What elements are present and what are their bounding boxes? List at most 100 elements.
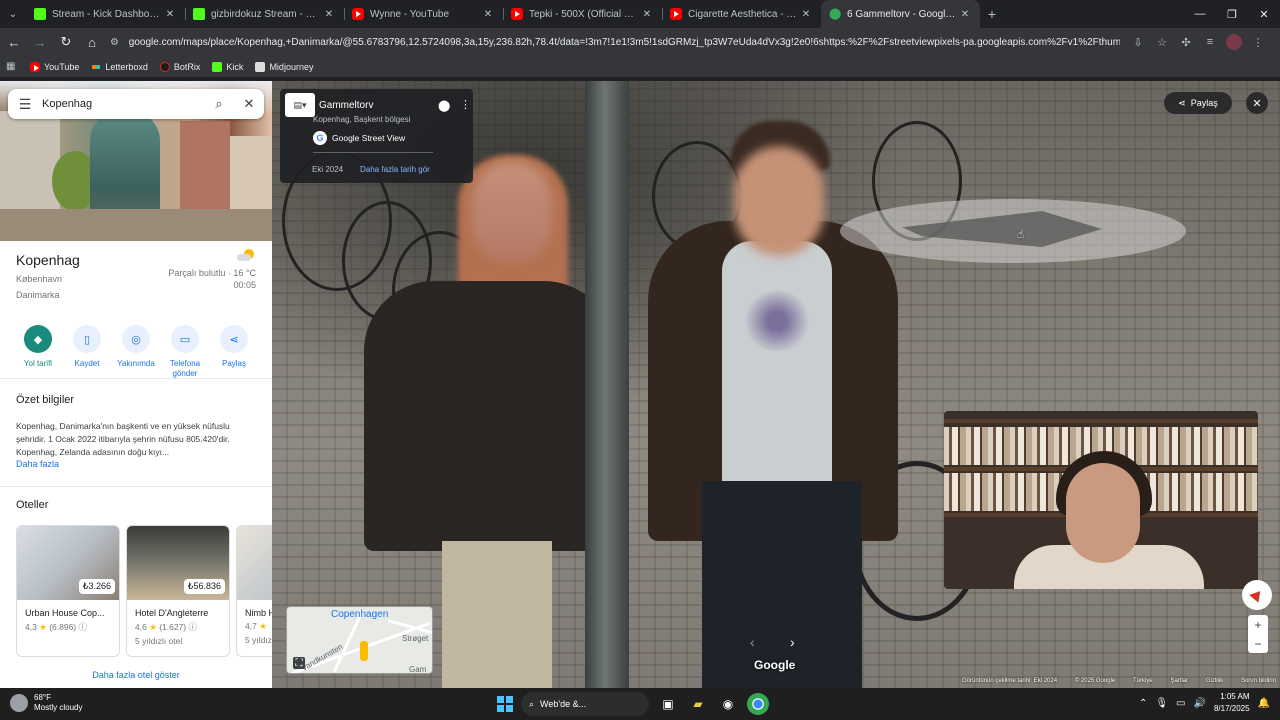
task-view-icon[interactable]: ▣ <box>657 693 679 715</box>
youtube-icon <box>30 61 40 72</box>
tab-search-icon[interactable]: ⌄ <box>0 0 26 28</box>
show-more-hotels-link[interactable]: Daha fazla otel göster <box>0 670 272 680</box>
bookmark-kick[interactable]: Kick <box>212 61 243 72</box>
search-icon[interactable]: ⌕ <box>204 96 234 112</box>
street-view-thumbnail-toggle[interactable]: ▤▾ <box>285 93 315 117</box>
tab-google-maps[interactable]: ⬤ 6 Gammeltorv - Google Haritalar ✕ <box>821 0 980 28</box>
chrome-menu-icon[interactable]: ⋮ <box>1246 30 1270 54</box>
bookmark-botrix[interactable]: BotRix <box>159 61 200 72</box>
previous-photo-icon[interactable]: ‹ <box>750 634 755 650</box>
hotel-name: Hotel D'Angleterre <box>135 608 209 618</box>
minimize-icon[interactable]: — <box>1184 0 1216 28</box>
close-tab-icon[interactable]: ✕ <box>640 9 654 20</box>
directions-button[interactable]: ◆ Yol tarifi <box>14 325 62 379</box>
summary-more-link[interactable]: Daha fazla <box>16 459 59 469</box>
pegman-icon[interactable] <box>360 641 368 661</box>
hotel-class: 5 yıldız <box>245 635 272 645</box>
home-icon[interactable]: ⌂ <box>80 30 104 54</box>
shirt-print <box>742 291 812 351</box>
tab-youtube-cigarette[interactable]: Cigarette Aesthetica - YouTube ✕ <box>662 0 821 28</box>
address-bar[interactable]: ⚙ google.com/maps/place/Kopenhag,+Danima… <box>110 31 1120 53</box>
hero-ground <box>0 209 272 241</box>
person-legs <box>442 541 552 688</box>
send-to-phone-button[interactable]: ▭ Telefona gönder <box>161 325 209 379</box>
close-tab-icon[interactable]: ✕ <box>481 9 495 20</box>
back-icon[interactable]: ← <box>2 30 26 54</box>
more-options-icon[interactable]: ⋮ <box>460 98 471 111</box>
info-icon[interactable]: ⓘ <box>79 622 88 632</box>
taskbar-weather-widget[interactable]: 68°F Mostly cloudy <box>10 693 82 713</box>
apps-grid-icon[interactable]: ▦ <box>6 61 18 72</box>
share-icon: ⋖ <box>220 325 248 353</box>
tab-youtube-tepki[interactable]: Tepki - 500X (Official Music Video) ✕ <box>503 0 662 28</box>
network-icon[interactable]: ▭ <box>1176 698 1185 709</box>
kick-icon <box>212 61 223 72</box>
streamer-face <box>1066 463 1140 563</box>
zoom-in-icon[interactable]: + <box>1254 618 1261 632</box>
privacy-link[interactable]: Gizlilik <box>1206 678 1223 688</box>
bookmark-midjourney[interactable]: Midjourney <box>255 61 313 72</box>
notifications-icon[interactable]: 🔔 <box>1258 698 1270 709</box>
report-problem-link[interactable]: Sorun bildirin <box>1241 678 1276 688</box>
microphone-icon[interactable]: 🎙 <box>1155 698 1168 709</box>
new-tab-button[interactable]: + <box>980 6 1004 22</box>
street-view-minimap[interactable]: Copenhagen Strøget Vandkunsten Gam ⛶ <box>286 606 433 674</box>
taskbar-search[interactable]: ⌕ Web'de &... <box>521 692 649 716</box>
blurred-face <box>734 146 824 256</box>
file-explorer-icon[interactable]: ▰ <box>687 693 709 715</box>
tab-kick-stream[interactable]: gizbirdokuz Stream - Watch Live ✕ <box>185 0 344 28</box>
save-button[interactable]: ▯ Kaydet <box>63 325 111 379</box>
chrome-icon[interactable] <box>747 693 769 715</box>
start-button[interactable] <box>497 696 513 712</box>
hamburger-menu-icon[interactable]: ☰ <box>8 96 42 113</box>
bookmark-youtube[interactable]: YouTube <box>30 61 79 72</box>
hotel-card[interactable]: ₺56.836 Hotel D'Angleterre 4,6 ★ (1.627)… <box>126 525 230 657</box>
nearby-button[interactable]: ◎ Yakınımda <box>112 325 160 379</box>
close-tab-icon[interactable]: ✕ <box>958 9 972 20</box>
volume-icon[interactable]: 🔊 <box>1194 698 1206 709</box>
install-app-icon[interactable]: ⇩ <box>1126 30 1150 54</box>
location-pin-icon[interactable]: ⬤ <box>438 99 450 112</box>
youtube-icon <box>511 8 523 20</box>
profile-avatar[interactable] <box>1226 34 1242 50</box>
reload-icon[interactable]: ↻ <box>54 30 78 54</box>
taskbar-clock[interactable]: 1:05 AM 8/17/2025 <box>1214 691 1250 715</box>
bookmark-letterboxd[interactable]: Letterboxd <box>91 61 148 72</box>
bookmark-star-icon[interactable]: ☆ <box>1150 30 1174 54</box>
share-button[interactable]: ⋖ Paylaş <box>210 325 258 379</box>
info-icon[interactable]: ⓘ <box>189 622 198 632</box>
expand-map-icon[interactable]: ⛶ <box>293 657 305 669</box>
hotel-card[interactable]: Nimb H... 4,7 ★ 5 yıldız <box>236 525 272 657</box>
next-photo-icon[interactable]: › <box>790 634 795 650</box>
compass-icon[interactable] <box>1242 580 1272 610</box>
street-view[interactable]: ☝ ▤▾ Gammeltorv Kopenhag, Başkent bölges… <box>272 81 1280 688</box>
extensions-icon[interactable]: ✣ <box>1174 30 1198 54</box>
close-tab-icon[interactable]: ✕ <box>163 9 177 20</box>
see-more-dates-link[interactable]: Daha fazla tarih gör <box>360 165 430 174</box>
terms-link[interactable]: Şartlar <box>1170 678 1188 688</box>
zoom-out-icon[interactable]: − <box>1254 637 1261 651</box>
close-tab-icon[interactable]: ✕ <box>799 9 813 20</box>
close-window-icon[interactable]: ✕ <box>1248 0 1280 28</box>
site-info-icon[interactable]: ⚙ <box>110 37 125 48</box>
hand-cursor-icon: ☝ <box>1017 227 1025 241</box>
maps-search-box[interactable]: ☰ Kopenhag ⌕ ✕ <box>8 89 264 119</box>
directions-icon: ◆ <box>24 325 52 353</box>
window-controls: — ❐ ✕ <box>1184 0 1280 28</box>
tab-youtube-wynne[interactable]: Wynne - YouTube ✕ <box>344 0 503 28</box>
steam-icon[interactable]: ◉ <box>717 693 739 715</box>
kick-icon <box>193 8 205 20</box>
region-link[interactable]: Türkiye <box>1133 678 1153 688</box>
tray-overflow-icon[interactable]: ⌃ <box>1139 698 1147 709</box>
minimap-city-label: Copenhagen <box>331 609 389 620</box>
sv-share-button[interactable]: ⋖ Paylaş <box>1164 92 1232 114</box>
close-tab-icon[interactable]: ✕ <box>322 9 336 20</box>
search-input[interactable]: Kopenhag <box>42 98 204 110</box>
tab-kick-dashboard[interactable]: Stream - Kick Dashboard ✕ <box>26 0 185 28</box>
forward-icon[interactable]: → <box>28 30 52 54</box>
restore-icon[interactable]: ❐ <box>1216 0 1248 28</box>
close-street-view-button[interactable]: ✕ <box>1246 92 1268 114</box>
close-icon[interactable]: ✕ <box>234 96 264 112</box>
hotel-card[interactable]: ₺3.266 Urban House Cop... 4,3 ★ (6.896) … <box>16 525 120 657</box>
media-controls-icon[interactable]: ≡ <box>1198 30 1222 54</box>
